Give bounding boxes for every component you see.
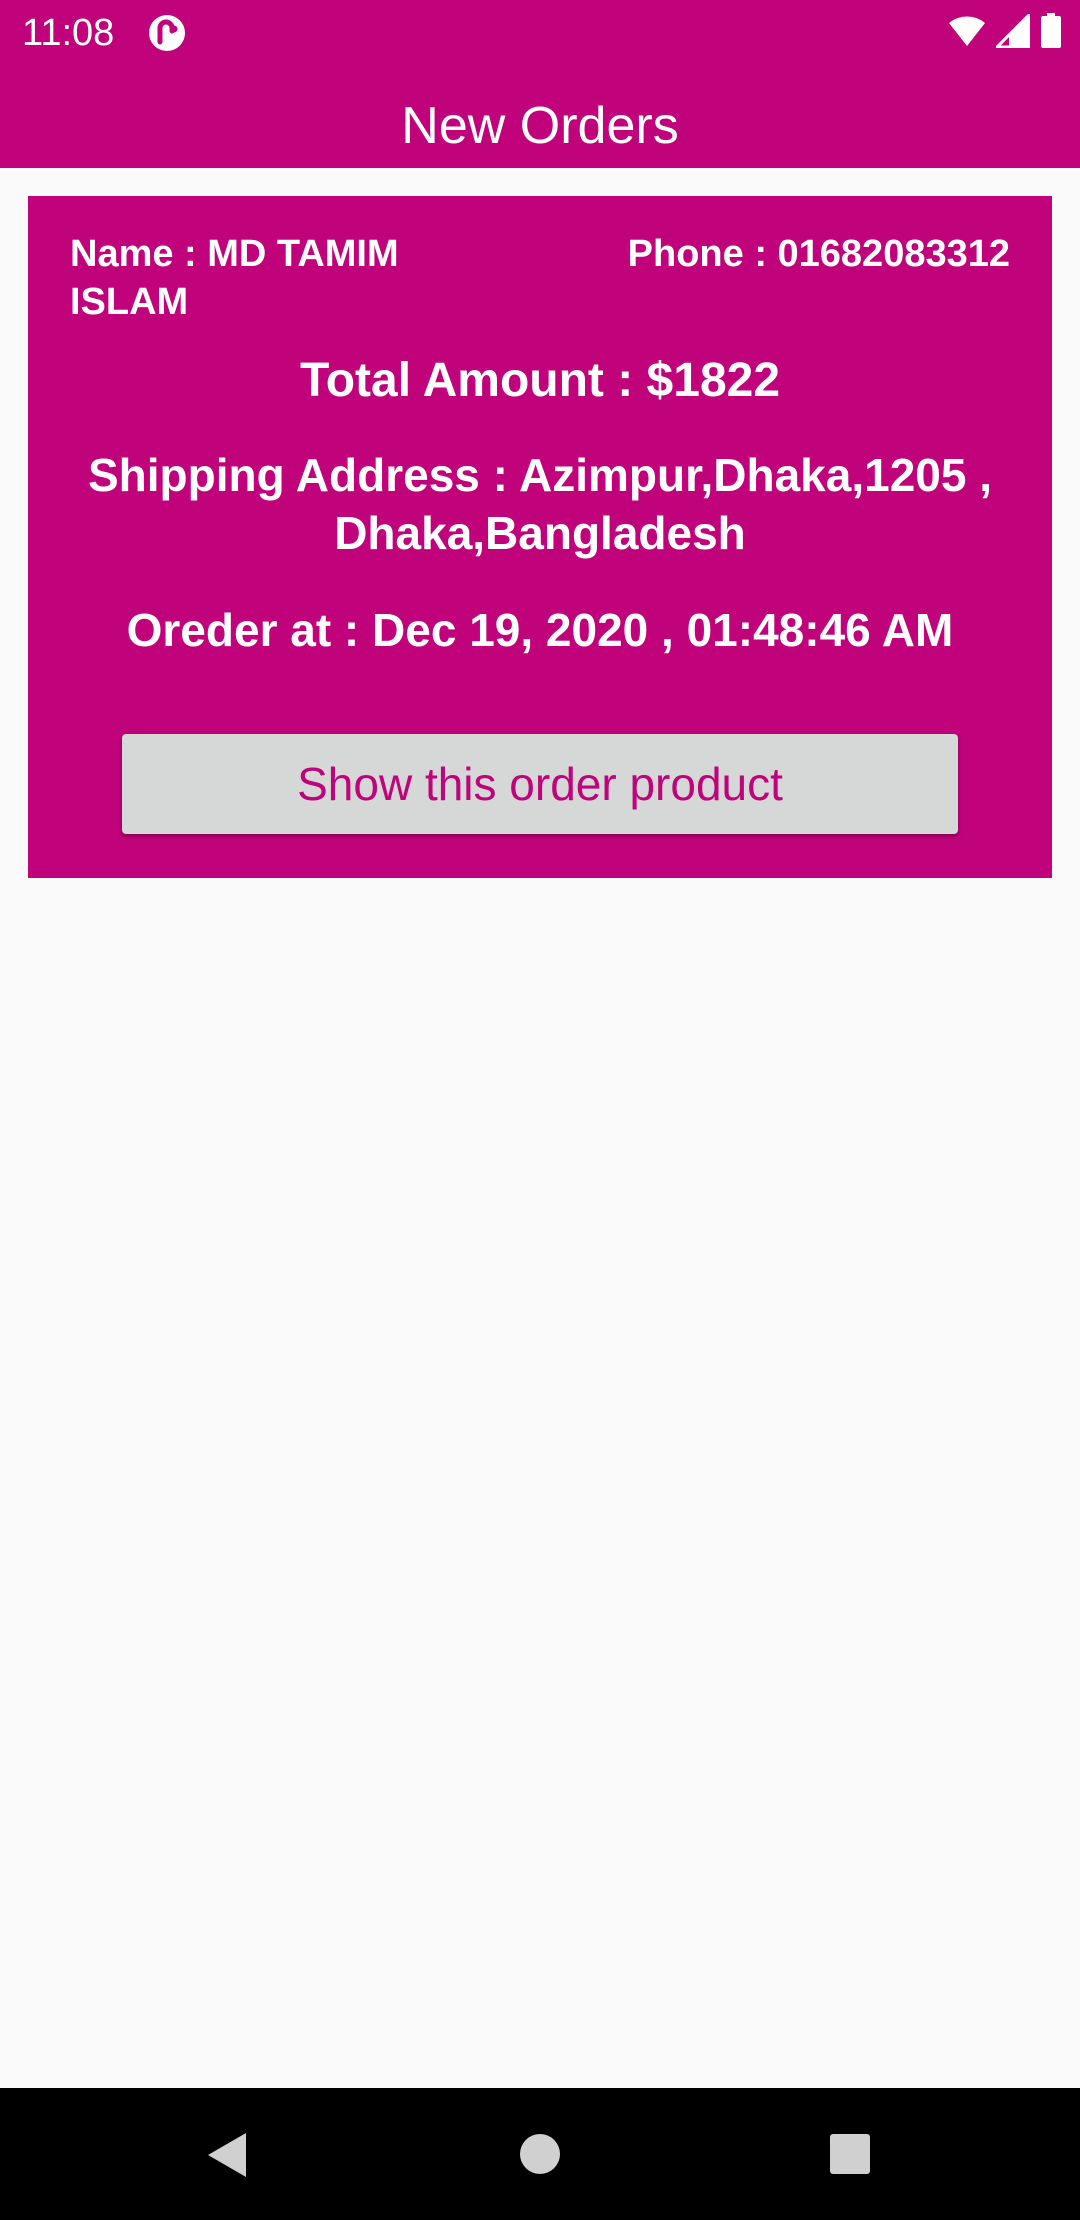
signal-icon (993, 10, 1031, 53)
customer-name: Name : MD TAMIM ISLAM (70, 233, 399, 323)
back-icon[interactable] (204, 2130, 250, 2180)
wifi-icon (948, 14, 986, 53)
battery-icon (1040, 12, 1062, 54)
show-order-product-button[interactable]: Show this order product (122, 734, 958, 834)
system-nav-bar (0, 2088, 1080, 2220)
home-icon[interactable] (519, 2133, 561, 2175)
app-notification-icon (148, 14, 186, 52)
app-bar: New Orders (0, 66, 1080, 168)
shipping-address: Shipping Address : Azimpur,Dhaka,1205 , … (87, 449, 993, 559)
status-time: 11:08 (22, 12, 115, 54)
screen: 11:08 New Orders Name: MD TAMIM ISLAM P… (0, 0, 1080, 2220)
status-bar: 11:08 (0, 0, 1080, 66)
customer-phone: Phone : 01682083312 (627, 233, 1010, 275)
total-amount: Total Amount : $1822 (299, 354, 781, 407)
name-phone-row: Name : MD TAMIM ISLAM Phone : 0168208331… (70, 230, 1010, 330)
order-time: Oreder at : Dec 19, 2020 , 01:48:46 AM (126, 604, 954, 656)
page-title: New Orders (401, 97, 679, 155)
order-card: Name : MD TAMIM ISLAM Phone : 0168208331… (28, 196, 1052, 878)
status-icons (948, 10, 1062, 54)
recents-icon[interactable] (829, 2133, 871, 2175)
